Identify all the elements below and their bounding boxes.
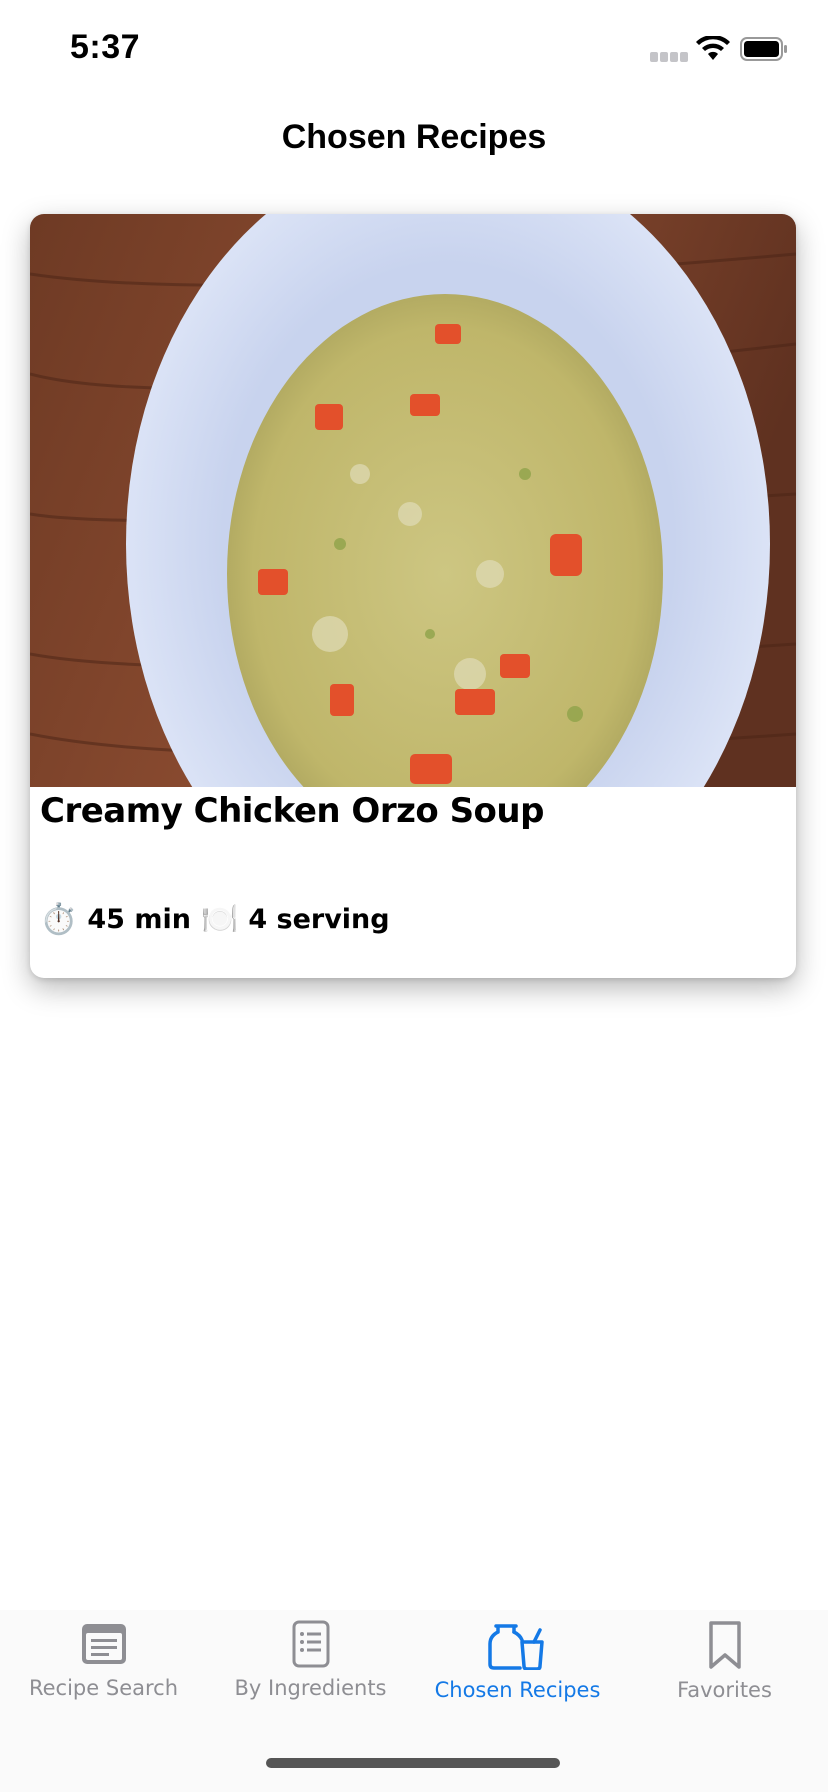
- list-icon: [292, 1620, 329, 1668]
- tab-label: Chosen Recipes: [434, 1678, 601, 1702]
- tab-recipe-search[interactable]: Recipe Search: [0, 1620, 207, 1700]
- cellular-signal-icon: [650, 52, 690, 64]
- wifi-icon: [696, 36, 730, 60]
- cook-time: 45 min: [87, 904, 191, 935]
- newspaper-icon: [81, 1624, 126, 1664]
- recipe-card[interactable]: Creamy Chicken Orzo Soup ⏱️ 45 min 🍽️ 4 …: [30, 214, 796, 978]
- tab-by-ingredients[interactable]: By Ingredients: [207, 1620, 414, 1700]
- status-bar: 5:37: [0, 0, 828, 100]
- status-time: 5:37: [70, 28, 141, 66]
- bookmark-icon: [708, 1621, 741, 1669]
- tab-label: By Ingredients: [234, 1676, 387, 1700]
- tab-label: Recipe Search: [28, 1676, 179, 1700]
- stopwatch-icon: ⏱️: [40, 902, 78, 937]
- battery-icon: [740, 37, 787, 61]
- home-indicator[interactable]: [266, 1758, 560, 1768]
- page-title: Chosen Recipes: [281, 118, 547, 156]
- tab-label: Favorites: [677, 1678, 772, 1702]
- servings: 4 serving: [248, 904, 390, 935]
- plate-icon: 🍽️: [200, 902, 239, 937]
- tab-chosen-recipes[interactable]: Chosen Recipes: [414, 1620, 621, 1702]
- recipe-image: [30, 214, 796, 787]
- tab-favorites[interactable]: Favorites: [621, 1620, 828, 1702]
- recipe-meta: ⏱️ 45 min 🍽️ 4 serving: [40, 902, 390, 937]
- jars-icon: [487, 1624, 544, 1670]
- recipe-title: Creamy Chicken Orzo Soup: [40, 791, 544, 831]
